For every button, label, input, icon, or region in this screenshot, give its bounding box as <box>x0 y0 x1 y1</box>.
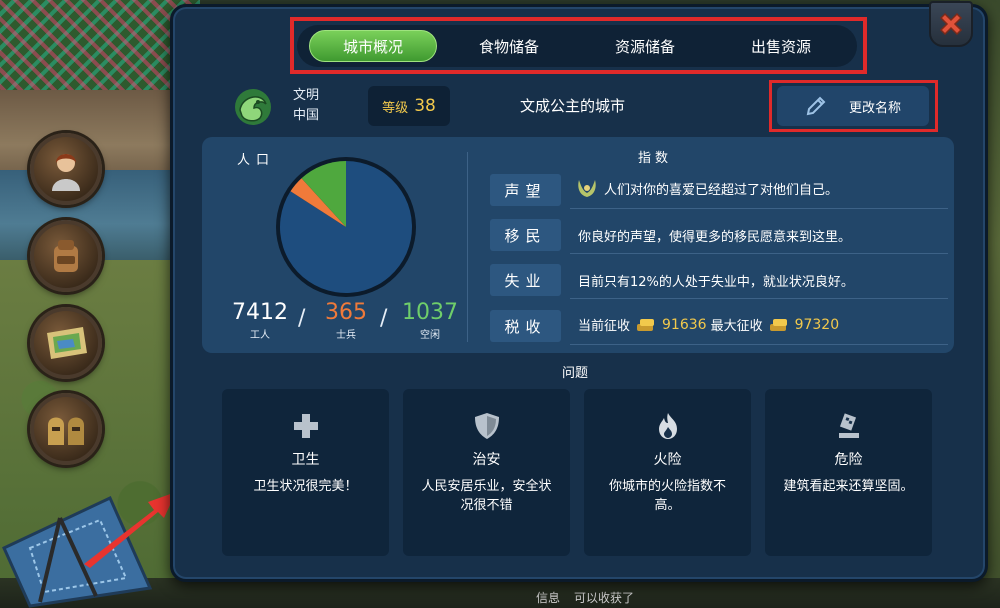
tax-tag: 税收 <box>490 310 561 342</box>
shield-icon <box>474 413 499 439</box>
index-title: 指数 <box>638 151 673 166</box>
civilization-value: 中国 <box>293 108 320 123</box>
issue-text: 你城市的火险指数不高。 <box>608 479 726 513</box>
index-row-immigration: 移民 你良好的声望，使得更多的移民愿意来到这里。 <box>490 216 948 254</box>
idle-stat: 1037 空闲 <box>398 300 462 341</box>
bottom-status-right: 可以收获了 <box>574 591 635 605</box>
close-icon <box>939 12 963 36</box>
separator: / <box>380 306 388 331</box>
level-label: 等级 <box>382 100 409 116</box>
tax-max-value: 97320 <box>794 316 840 333</box>
issue-card-danger[interactable]: 危险 建筑看起来还算坚固。 <box>765 389 932 556</box>
prestige-text: 人们对你的喜爱已经超过了对他们自己。 <box>604 182 839 198</box>
workers-stat: 7412 工人 <box>230 300 290 341</box>
tab-bar: 城市概况 食物储备 资源储备 出售资源 <box>297 25 857 67</box>
issue-card-sanitation[interactable]: 卫生 卫生状况很完美！ <box>222 389 389 556</box>
issue-text: 人民安居乐业，安全状况很不错 <box>421 479 552 513</box>
workers-label: 工人 <box>250 330 270 341</box>
issue-title: 火险 <box>653 452 682 468</box>
soldiers-stat: 365 士兵 <box>316 300 376 341</box>
issue-title: 危险 <box>834 452 863 468</box>
immigration-tag: 移民 <box>490 219 561 251</box>
separator: / <box>298 306 306 331</box>
idle-label: 空闲 <box>420 330 440 341</box>
unemployment-text: 目前只有12%的人处于失业中，就业状况良好。 <box>578 275 854 290</box>
gold-coins-icon <box>637 318 655 331</box>
bottom-status: 信息 可以收获了 <box>536 589 634 606</box>
tab-resource-storage[interactable]: 资源储备 <box>581 30 709 62</box>
backpack-icon <box>54 240 78 272</box>
row-divider <box>570 253 948 254</box>
rename-button[interactable]: 更改名称 <box>777 86 929 126</box>
gold-coins-icon <box>769 318 787 331</box>
index-row-unemployment: 失业 目前只有12%的人处于失业中，就业状况良好。 <box>490 261 948 299</box>
tab-food-storage[interactable]: 食物储备 <box>445 30 573 62</box>
soldiers-value: 365 <box>325 300 367 325</box>
row-divider <box>570 208 948 209</box>
prestige-desc: 人们对你的喜爱已经超过了对他们自己。 <box>574 177 838 199</box>
index-row-tax: 税收 当前征收 91636 最大征收 97320 <box>490 307 948 345</box>
stats-divider <box>467 152 468 342</box>
tab-sell-resources[interactable]: 出售资源 <box>717 30 845 62</box>
tax-max-label: 最大征收 <box>710 319 763 334</box>
row-divider <box>570 298 948 299</box>
index-row-prestige: 声望 人们对你的喜爱已经超过了对他们自己。 <box>490 171 948 209</box>
tab-city-overview[interactable]: 城市概况 <box>309 30 437 62</box>
issue-text: 建筑看起来还算坚固。 <box>783 479 914 494</box>
population-pie-chart <box>276 157 416 297</box>
civilization-info: 文明 中国 <box>293 86 319 126</box>
rename-label: 更改名称 <box>848 100 901 116</box>
plus-icon <box>293 414 318 438</box>
map-scroll-icon <box>47 327 87 359</box>
city-name: 文成公主的城市 <box>520 97 626 115</box>
helmets-button[interactable] <box>30 393 102 465</box>
population-title: 人口 <box>237 153 276 168</box>
map-scroll-button[interactable] <box>30 307 102 379</box>
helmet-icon <box>48 417 84 445</box>
building-danger-icon <box>838 413 859 438</box>
backpack-button[interactable] <box>30 220 102 292</box>
fire-icon <box>658 413 677 439</box>
civilization-emblem-icon <box>235 89 271 125</box>
idle-value: 1037 <box>402 300 458 325</box>
civilization-label: 文明 <box>293 88 320 103</box>
immigration-text: 你良好的声望，使得更多的移民愿意来到这里。 <box>578 230 852 245</box>
tax-desc: 当前征收 91636 最大征收 97320 <box>578 315 840 335</box>
issue-card-security[interactable]: 治安 人民安居乐业，安全状况很不错 <box>403 389 570 556</box>
laurel-icon <box>578 180 596 197</box>
issue-title: 治安 <box>472 452 501 468</box>
prestige-tag: 声望 <box>490 174 561 206</box>
issues-title: 问题 <box>562 366 589 381</box>
bottom-status-left: 信息 <box>536 591 561 605</box>
issue-title: 卫生 <box>291 452 320 468</box>
pencil-icon <box>806 96 826 116</box>
advisor-icon <box>52 154 80 191</box>
workers-value: 7412 <box>232 300 288 325</box>
advisor-portrait-button[interactable] <box>30 133 102 205</box>
unemployment-tag: 失业 <box>490 264 561 296</box>
level-value: 38 <box>414 96 436 116</box>
tax-current-label: 当前征收 <box>578 319 631 334</box>
close-button[interactable] <box>929 1 973 47</box>
row-divider <box>570 344 948 345</box>
tax-current-value: 91636 <box>662 316 707 333</box>
issue-card-fire[interactable]: 火险 你城市的火险指数不高。 <box>584 389 751 556</box>
level-badge: 等级 38 <box>368 86 450 126</box>
soldiers-label: 士兵 <box>336 330 356 341</box>
issue-text: 卫生状况很完美！ <box>253 479 358 494</box>
population-numbers: 7412 工人 / 365 士兵 / 1037 空闲 <box>230 300 462 344</box>
